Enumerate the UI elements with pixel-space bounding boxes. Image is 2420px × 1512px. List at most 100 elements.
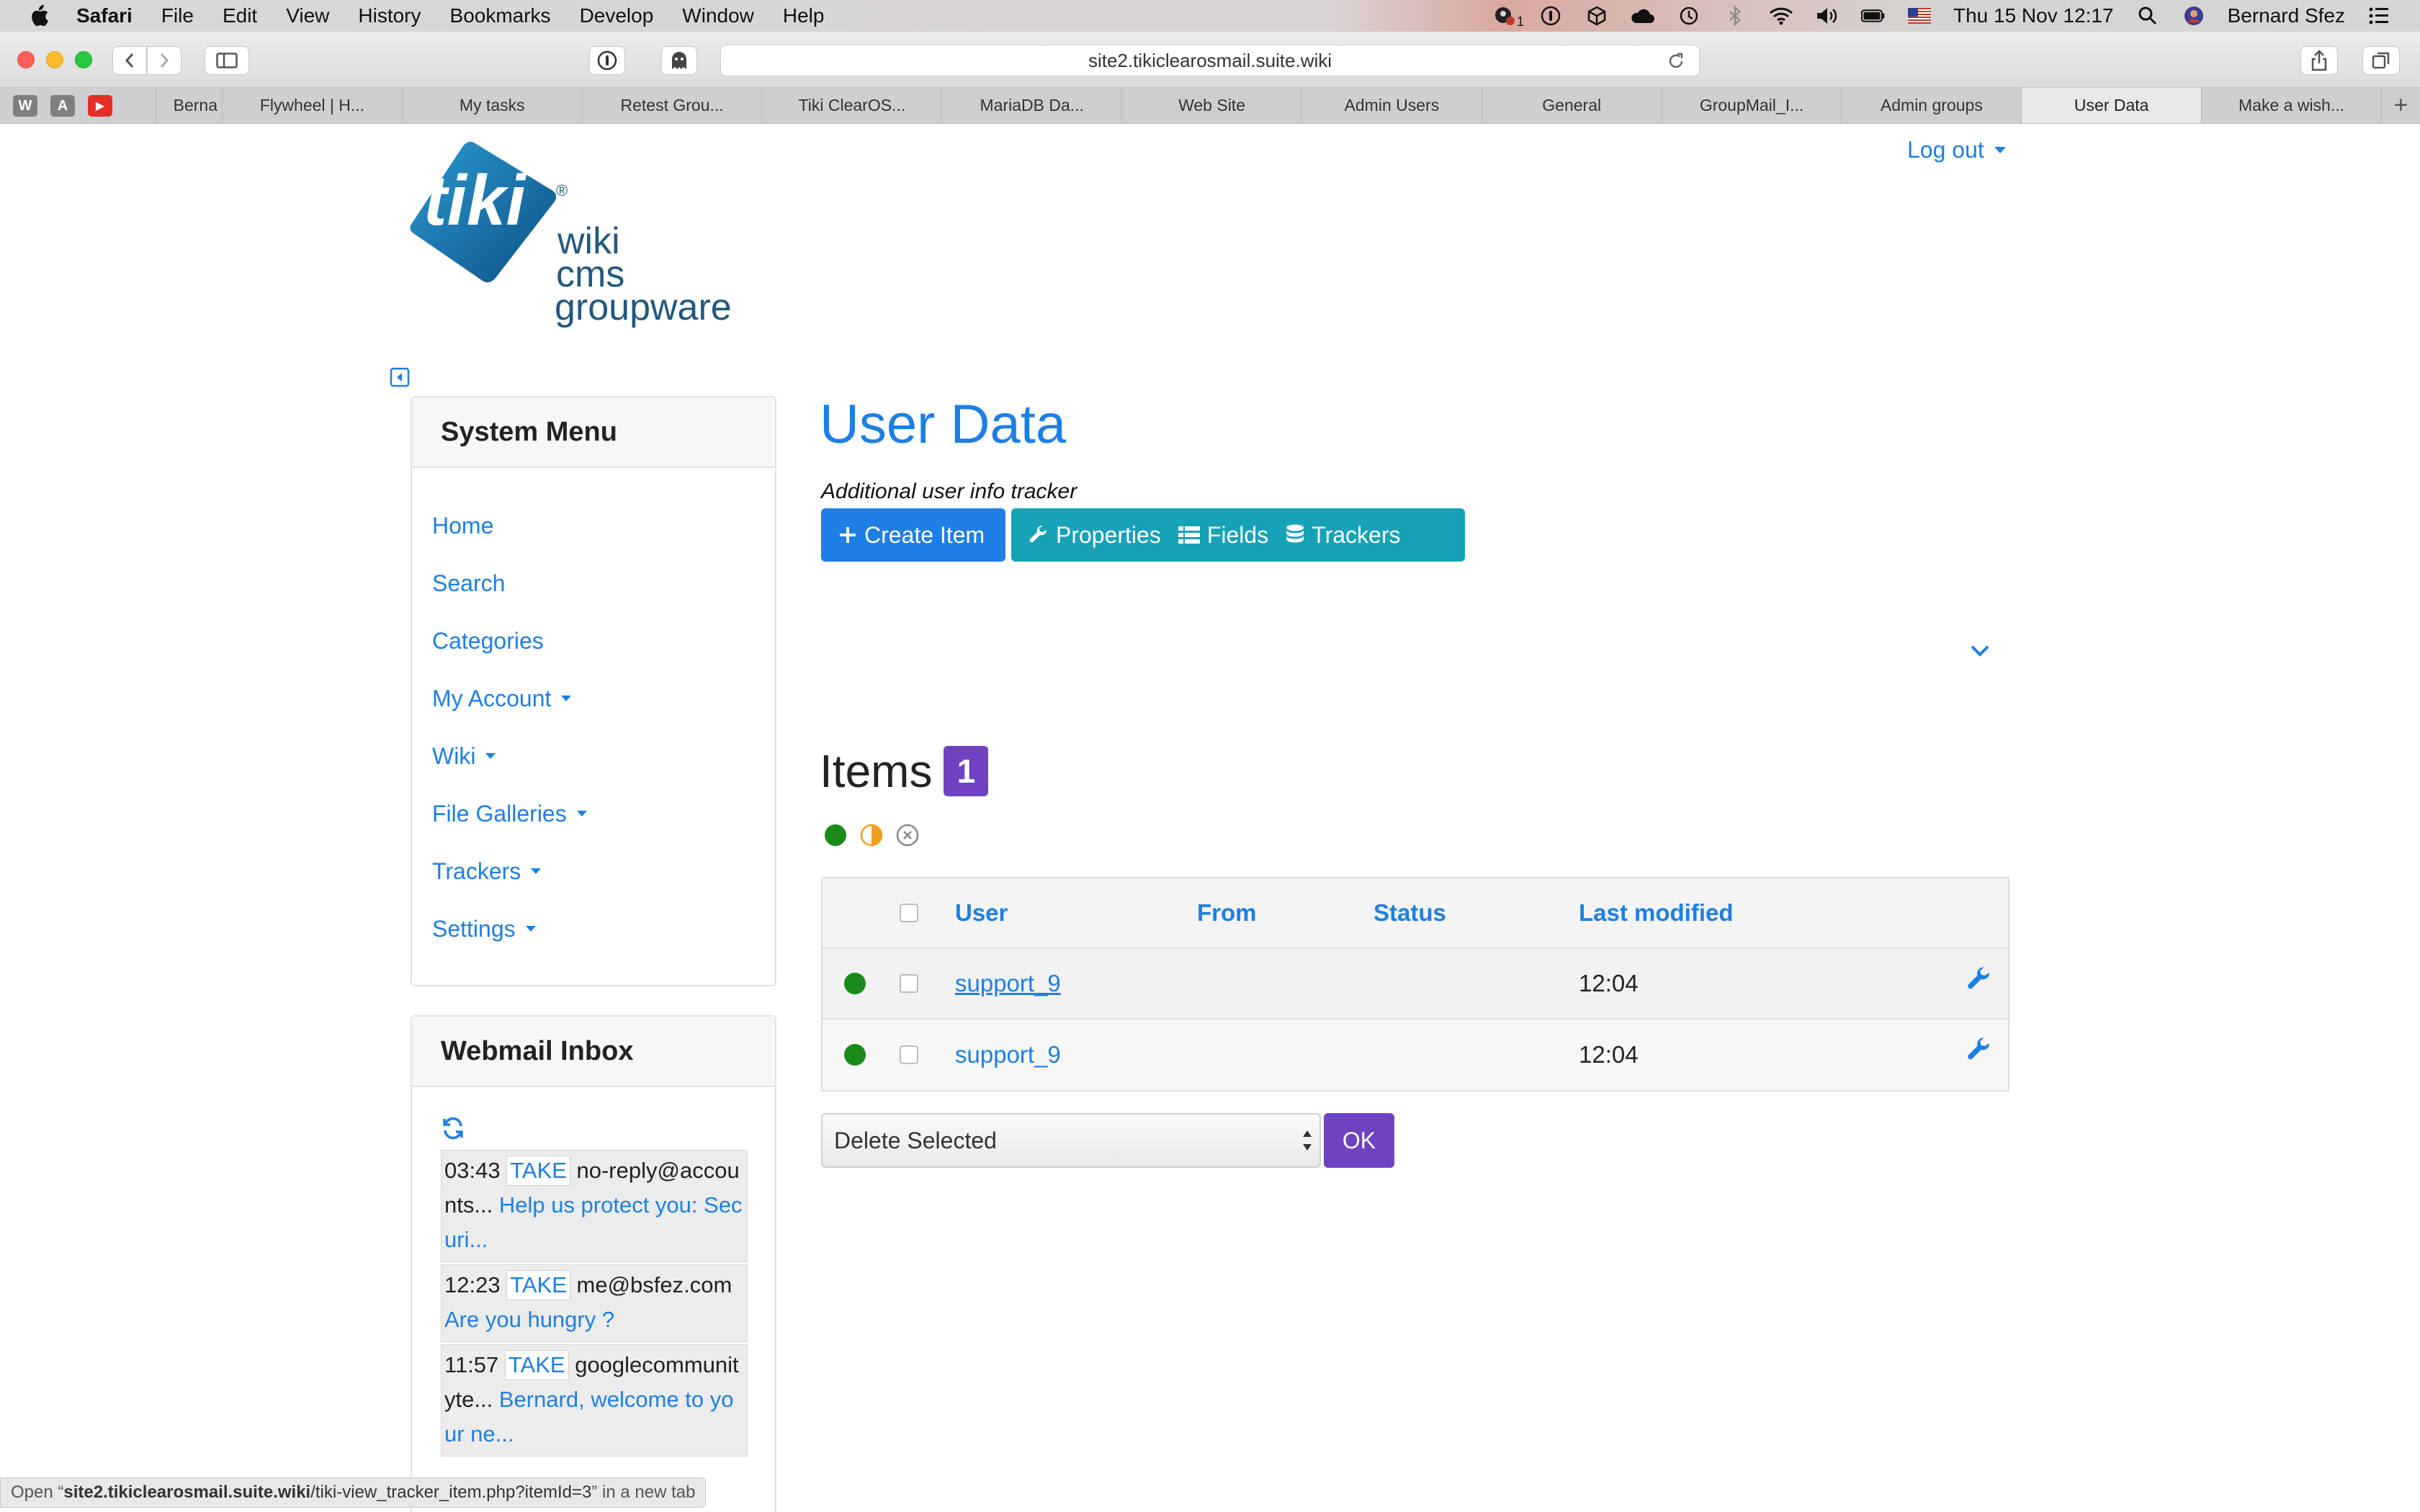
column-header-user[interactable]: User bbox=[931, 899, 1197, 927]
take-button[interactable]: TAKE bbox=[504, 1350, 569, 1380]
forward-button[interactable] bbox=[147, 46, 182, 75]
logout-menu[interactable]: Log out bbox=[1907, 137, 2006, 163]
edit-wrench-icon[interactable] bbox=[1966, 966, 1992, 992]
trackers-label: Trackers bbox=[1312, 521, 1401, 548]
tab-make-a-wish[interactable]: Make a wish... bbox=[2201, 88, 2381, 123]
user-cell: support_9 bbox=[931, 970, 1197, 997]
battery-icon[interactable] bbox=[1860, 5, 1886, 27]
password-extension-button[interactable] bbox=[589, 46, 625, 75]
tab-admin-users[interactable]: Admin Users bbox=[1301, 88, 1482, 123]
bulk-action-value: Delete Selected bbox=[834, 1127, 997, 1153]
menu-app-name[interactable]: Safari bbox=[76, 4, 133, 27]
menu-window[interactable]: Window bbox=[682, 4, 754, 27]
user-link[interactable]: support_9 bbox=[955, 970, 1061, 996]
address-bar[interactable]: site2.tikiclearosmail.suite.wiki bbox=[720, 45, 1700, 76]
wifi-icon[interactable] bbox=[1769, 5, 1793, 27]
menu-view[interactable]: View bbox=[286, 4, 329, 27]
column-header-from[interactable]: From bbox=[1197, 899, 1373, 927]
zoom-window-button[interactable] bbox=[75, 51, 92, 68]
menu-item-label: Categories bbox=[432, 627, 544, 654]
box-icon[interactable] bbox=[1585, 5, 1609, 27]
bulk-action-select[interactable]: Delete Selected bbox=[821, 1113, 1321, 1168]
menu-datetime[interactable]: Thu 15 Nov 12:17 bbox=[1953, 4, 2114, 27]
refresh-icon[interactable] bbox=[441, 1116, 465, 1140]
menu-item-trackers[interactable]: Trackers bbox=[412, 842, 775, 900]
user-link[interactable]: support_9 bbox=[955, 1041, 1061, 1068]
menu-item-file-galleries[interactable]: File Galleries bbox=[412, 785, 775, 842]
pinned-tab-w[interactable]: W bbox=[13, 95, 37, 117]
back-button[interactable] bbox=[112, 46, 147, 75]
tab-admin-groups[interactable]: Admin groups bbox=[1841, 88, 2021, 123]
row-checkbox[interactable] bbox=[900, 1045, 918, 1064]
tab-groupmail[interactable]: GroupMail_I... bbox=[1661, 88, 1842, 123]
collapse-sidebar-icon[interactable] bbox=[390, 367, 410, 387]
bulk-ok-button[interactable]: OK bbox=[1324, 1113, 1394, 1168]
menu-edit[interactable]: Edit bbox=[223, 4, 257, 27]
us-flag-icon[interactable] bbox=[1907, 5, 1932, 27]
menu-user-name[interactable]: Bernard Sfez bbox=[2228, 4, 2345, 27]
trackers-button[interactable]: Trackers bbox=[1268, 522, 1400, 549]
menu-item-home[interactable]: Home bbox=[412, 497, 775, 554]
create-item-button[interactable]: Create Item bbox=[821, 508, 1005, 562]
webmail-message: 11:57 TAKE googlecommunityte... Bernard,… bbox=[441, 1344, 748, 1457]
tiki-logo[interactable]: tiki ® wiki cms groupware bbox=[408, 137, 761, 338]
tab-tiki-clearos[interactable]: Tiki ClearOS... bbox=[761, 88, 941, 123]
spotlight-search-icon[interactable] bbox=[2136, 5, 2160, 27]
status-open-icon[interactable] bbox=[824, 824, 847, 847]
tab-berna[interactable]: Berna bbox=[156, 88, 222, 123]
menu-item-my-account[interactable]: My Account bbox=[412, 670, 775, 727]
take-button[interactable]: TAKE bbox=[506, 1270, 570, 1300]
tab-mariadb[interactable]: MariaDB Da... bbox=[941, 88, 1121, 123]
tab-retest-group[interactable]: Retest Grou... bbox=[581, 88, 762, 123]
new-tab-button[interactable]: + bbox=[2380, 88, 2420, 123]
mail-subject-link[interactable]: Are you hungry ? bbox=[444, 1307, 614, 1332]
menu-item-wiki[interactable]: Wiki bbox=[412, 727, 775, 785]
user-avatar-icon[interactable] bbox=[2182, 5, 2206, 27]
tab-web-site[interactable]: Web Site bbox=[1121, 88, 1301, 123]
minimize-window-button[interactable] bbox=[46, 51, 63, 68]
show-tabs-button[interactable] bbox=[2362, 46, 2400, 75]
properties-button[interactable]: Properties bbox=[1011, 522, 1161, 549]
bluetooth-icon[interactable] bbox=[1723, 5, 1747, 27]
status-closed-icon[interactable] bbox=[896, 824, 919, 847]
edit-wrench-icon[interactable] bbox=[1966, 1037, 1992, 1063]
tab-flywheel[interactable]: Flywheel | H... bbox=[222, 88, 402, 123]
time-machine-icon[interactable] bbox=[1677, 5, 1701, 27]
apple-icon[interactable] bbox=[29, 4, 50, 27]
chevron-down-icon[interactable] bbox=[1969, 644, 1991, 658]
menu-develop[interactable]: Develop bbox=[580, 4, 654, 27]
menu-help[interactable]: Help bbox=[783, 4, 825, 27]
pinned-tab-youtube[interactable]: ▶ bbox=[88, 95, 112, 117]
tab-user-data[interactable]: User Data bbox=[2021, 88, 2202, 123]
menu-history[interactable]: History bbox=[358, 4, 421, 27]
logout-label: Log out bbox=[1907, 137, 1984, 163]
menu-item-categories[interactable]: Categories bbox=[412, 612, 775, 670]
menu-file[interactable]: File bbox=[161, 4, 194, 27]
volume-icon[interactable] bbox=[1815, 5, 1839, 27]
column-header-status[interactable]: Status bbox=[1373, 899, 1579, 927]
tab-my-tasks[interactable]: My tasks bbox=[401, 88, 582, 123]
tab-general[interactable]: General bbox=[1481, 88, 1662, 123]
ghostery-extension-button[interactable] bbox=[661, 46, 697, 75]
column-header-last-modified[interactable]: Last modified bbox=[1579, 899, 2008, 927]
close-window-button[interactable] bbox=[17, 51, 35, 68]
row-checkbox[interactable] bbox=[900, 974, 918, 993]
status-pending-icon[interactable] bbox=[860, 824, 883, 847]
caret-down-icon bbox=[485, 753, 496, 759]
notification-icon[interactable]: 1 bbox=[1492, 5, 1524, 29]
fields-button[interactable]: Fields bbox=[1161, 522, 1268, 549]
sidebar-toggle-button[interactable] bbox=[205, 46, 249, 75]
select-all-checkbox[interactable] bbox=[900, 904, 918, 922]
wrench-icon bbox=[1029, 525, 1047, 543]
password-manager-icon[interactable] bbox=[1538, 5, 1563, 27]
take-button[interactable]: TAKE bbox=[506, 1156, 570, 1186]
menu-item-settings[interactable]: Settings bbox=[412, 900, 775, 958]
menu-bookmarks[interactable]: Bookmarks bbox=[450, 4, 551, 27]
reload-icon[interactable] bbox=[1666, 51, 1686, 71]
menu-item-label: Home bbox=[432, 512, 494, 539]
pinned-tab-a[interactable]: A bbox=[50, 95, 75, 117]
menu-item-search[interactable]: Search bbox=[412, 554, 775, 612]
share-button[interactable] bbox=[2300, 46, 2338, 75]
creative-cloud-icon[interactable] bbox=[1631, 5, 1655, 27]
notification-center-icon[interactable] bbox=[2367, 5, 2391, 27]
